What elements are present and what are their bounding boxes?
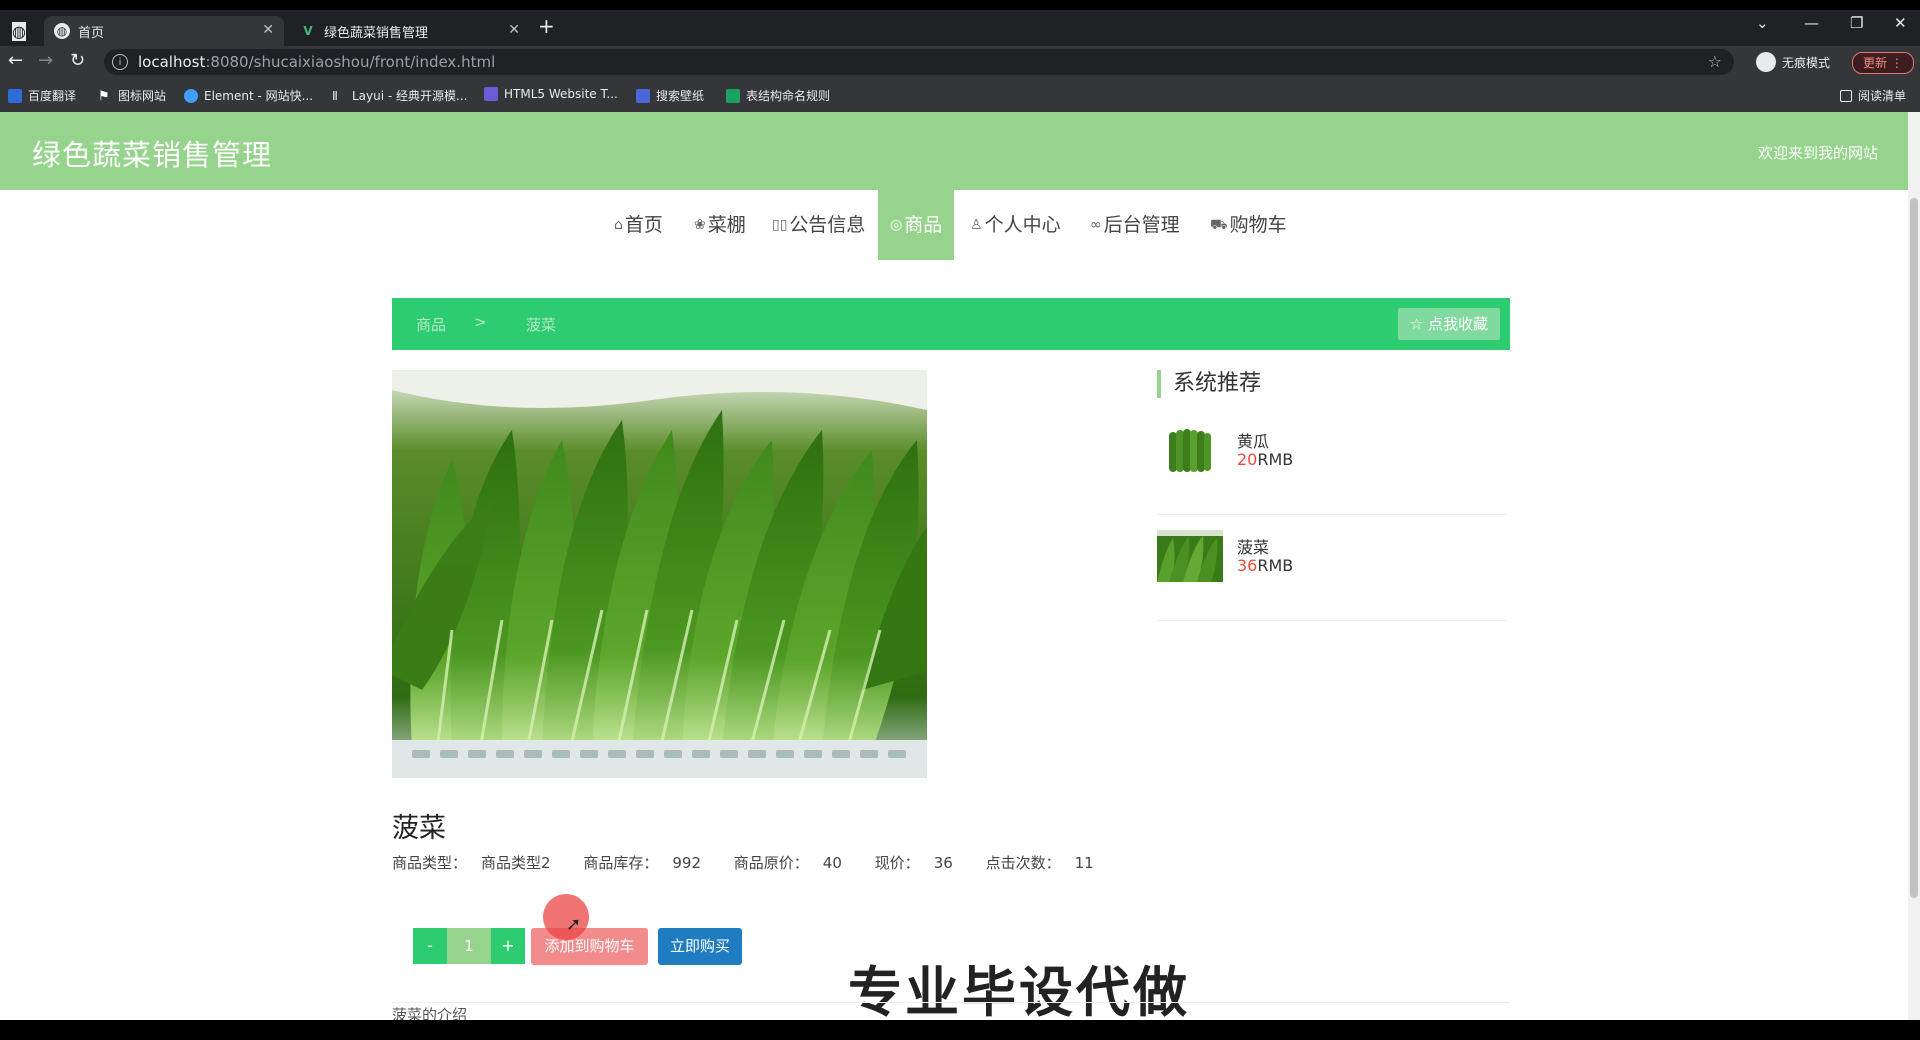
vue-icon: V [303,24,313,38]
cart-icon: ⛟ [1210,217,1228,233]
url-input[interactable]: i localhost:8080/shucaixiaoshou/front/in… [104,49,1734,75]
breadcrumb: 商品 > 菠菜 ☆ 点我收藏 [392,298,1510,350]
site-header: 绿色蔬菜销售管理 欢迎来到我的网站 [0,112,1908,190]
spinach-photo [392,370,927,778]
mouse-cursor-icon: ➚ [566,914,582,935]
nav-admin[interactable]: ∞ 后台管理 [1090,190,1180,260]
recommend-price: 36RMB [1237,556,1294,575]
recommend-title: 系统推荐 [1157,370,1261,398]
tab-vegetable-admin[interactable]: V 绿色蔬菜销售管理 ✕ [290,16,530,46]
flag-icon: ⚑ [98,88,110,104]
baidu-translate-icon [8,88,22,103]
address-bar: ← → ↻ i localhost:8080/shucaixiaoshou/fr… [0,46,1920,78]
reading-list-icon [1840,89,1852,102]
incognito-label: 无痕模式 [1782,55,1831,70]
close-icon[interactable]: ✕ [508,22,520,38]
divider [392,1002,1510,1003]
quantity-input[interactable]: 1 [447,928,491,964]
add-to-cart-button[interactable]: 添加到购物车 [531,928,648,965]
favorite-button[interactable]: ☆ 点我收藏 [1397,308,1500,340]
bookmark-item[interactable]: 搜索壁纸 [636,87,704,104]
minimize-icon[interactable]: — [1804,14,1819,32]
wallpaper-icon [636,88,650,103]
page-scrollbar[interactable] [1908,112,1920,1020]
nav-cart[interactable]: ⛟ 购物车 [1210,190,1287,260]
greenhouse-icon: ❀ [694,217,706,233]
watermark-text: 专业毕设代做 [848,961,1190,1024]
forward-icon[interactable]: → [38,50,53,71]
spinach-thumb-photo [1157,530,1223,582]
home-icon: ⌂ [614,217,623,233]
goods-icon: ◎ [890,217,903,233]
link-icon: ∞ [1090,217,1102,233]
breadcrumb-separator: > [474,313,487,331]
close-icon[interactable]: ✕ [262,22,274,38]
product-stock: 商品库存： 992 [583,854,701,872]
decrease-button[interactable]: - [413,928,447,964]
bookmarks-bar: 百度翻译 ⚑ 图标网站 Element - 网站快... Ⅱ Layui - 经典开… [0,78,1920,113]
product-meta: 商品类型： 商品类型2 商品库存： 992 商品原价： 40 现价： 36 点击次数： 1… [392,852,1122,873]
product-image [392,370,927,778]
product-type: 商品类型： 商品类型2 [392,854,551,872]
reading-list[interactable]: 阅读清单 [1840,87,1906,104]
breadcrumb-parent[interactable]: 商品 [416,314,446,335]
sheet-icon [726,88,740,103]
recommend-name[interactable]: 菠菜 [1237,534,1269,558]
back-icon[interactable]: ← [8,50,23,71]
bookmark-item[interactable]: 百度翻译 [8,87,76,104]
update-button[interactable]: 更新 ⋮ [1852,52,1914,74]
recommend-item-spinach[interactable]: 菠菜 36RMB [1157,530,1507,621]
scrollbar-thumb[interactable] [1910,198,1918,898]
layui-icon: Ⅱ [332,88,338,103]
buy-now-button[interactable]: 立即购买 [658,928,742,965]
nav-goods[interactable]: ◎ 商品 [878,190,955,260]
close-window-icon[interactable]: ✕ [1894,14,1907,32]
recommend-thumb[interactable] [1157,424,1223,476]
user-icon: ♙ [970,217,983,233]
product-original-price: 商品原价： 40 [733,854,842,872]
browser-menu-icon[interactable]: ◍ [12,22,26,41]
incognito-indicator[interactable]: 无痕模式 [1756,52,1830,72]
info-icon[interactable]: i [112,54,128,70]
cucumber-photo [1157,424,1223,476]
tab-search-icon[interactable]: ⌄ [1756,14,1769,32]
nav-home[interactable]: ⌂ 首页 [614,190,663,260]
html5-icon [484,87,498,101]
url-text: localhost:8080/shucaixiaoshou/front/inde… [138,53,496,71]
restore-icon[interactable]: ❐ [1850,14,1863,32]
product-current-price: 现价： 36 [874,854,953,872]
breadcrumb-current: 菠菜 [526,316,557,334]
new-tab-button[interactable]: + [538,14,555,38]
site-title: 绿色蔬菜销售管理 [32,138,273,172]
tab-title: 首页 [78,25,105,41]
main-nav: ⌂ 首页 ❀ 菜棚 ▯▯ 公告信息 ◎ 商品 ♙ 个人中心 ∞ 后台管理 ⛟ 购物车 [0,190,1908,260]
bookmark-star-icon[interactable]: ☆ [1708,52,1722,71]
incognito-icon [1756,52,1776,72]
recommend-price: 20RMB [1237,450,1294,469]
nav-greenhouse[interactable]: ❀ 菜棚 [694,190,746,260]
nav-notice[interactable]: ▯▯ 公告信息 [772,190,865,260]
recommend-item-cucumber[interactable]: 黄瓜 20RMB [1157,424,1507,515]
bookmark-item[interactable]: 表结构命名规则 [726,87,830,104]
globe-icon: ◍ [54,23,70,39]
increase-button[interactable]: + [491,928,525,964]
tab-strip: ◍ 首页 ✕ V 绿色蔬菜销售管理 ✕ ◍ [0,10,1920,46]
element-icon [184,88,198,103]
bookmark-item[interactable]: Ⅱ Layui - 经典开源模... [332,87,467,104]
quantity-stepper: - 1 + [413,928,525,964]
nav-profile[interactable]: ♙ 个人中心 [970,190,1061,260]
recommend-thumb[interactable] [1157,530,1223,582]
bookmark-item[interactable]: ⚑ 图标网站 [98,87,166,104]
reload-icon[interactable]: ↻ [70,50,85,71]
tab-title: 绿色蔬菜销售管理 [324,25,429,41]
recommend-name[interactable]: 黄瓜 [1237,428,1269,452]
notice-icon: ▯▯ [772,217,788,233]
bookmark-item[interactable]: HTML5 Website T... [484,87,618,101]
screen-bottom-bar [0,1020,1920,1040]
bookmark-item[interactable]: Element - 网站快... [184,87,313,104]
product-clicks: 点击次数： 11 [985,854,1094,872]
tab-home[interactable]: ◍ 首页 ✕ [44,16,284,46]
welcome-text: 欢迎来到我的网站 [1757,144,1878,162]
product-name: 菠菜 [392,813,446,844]
